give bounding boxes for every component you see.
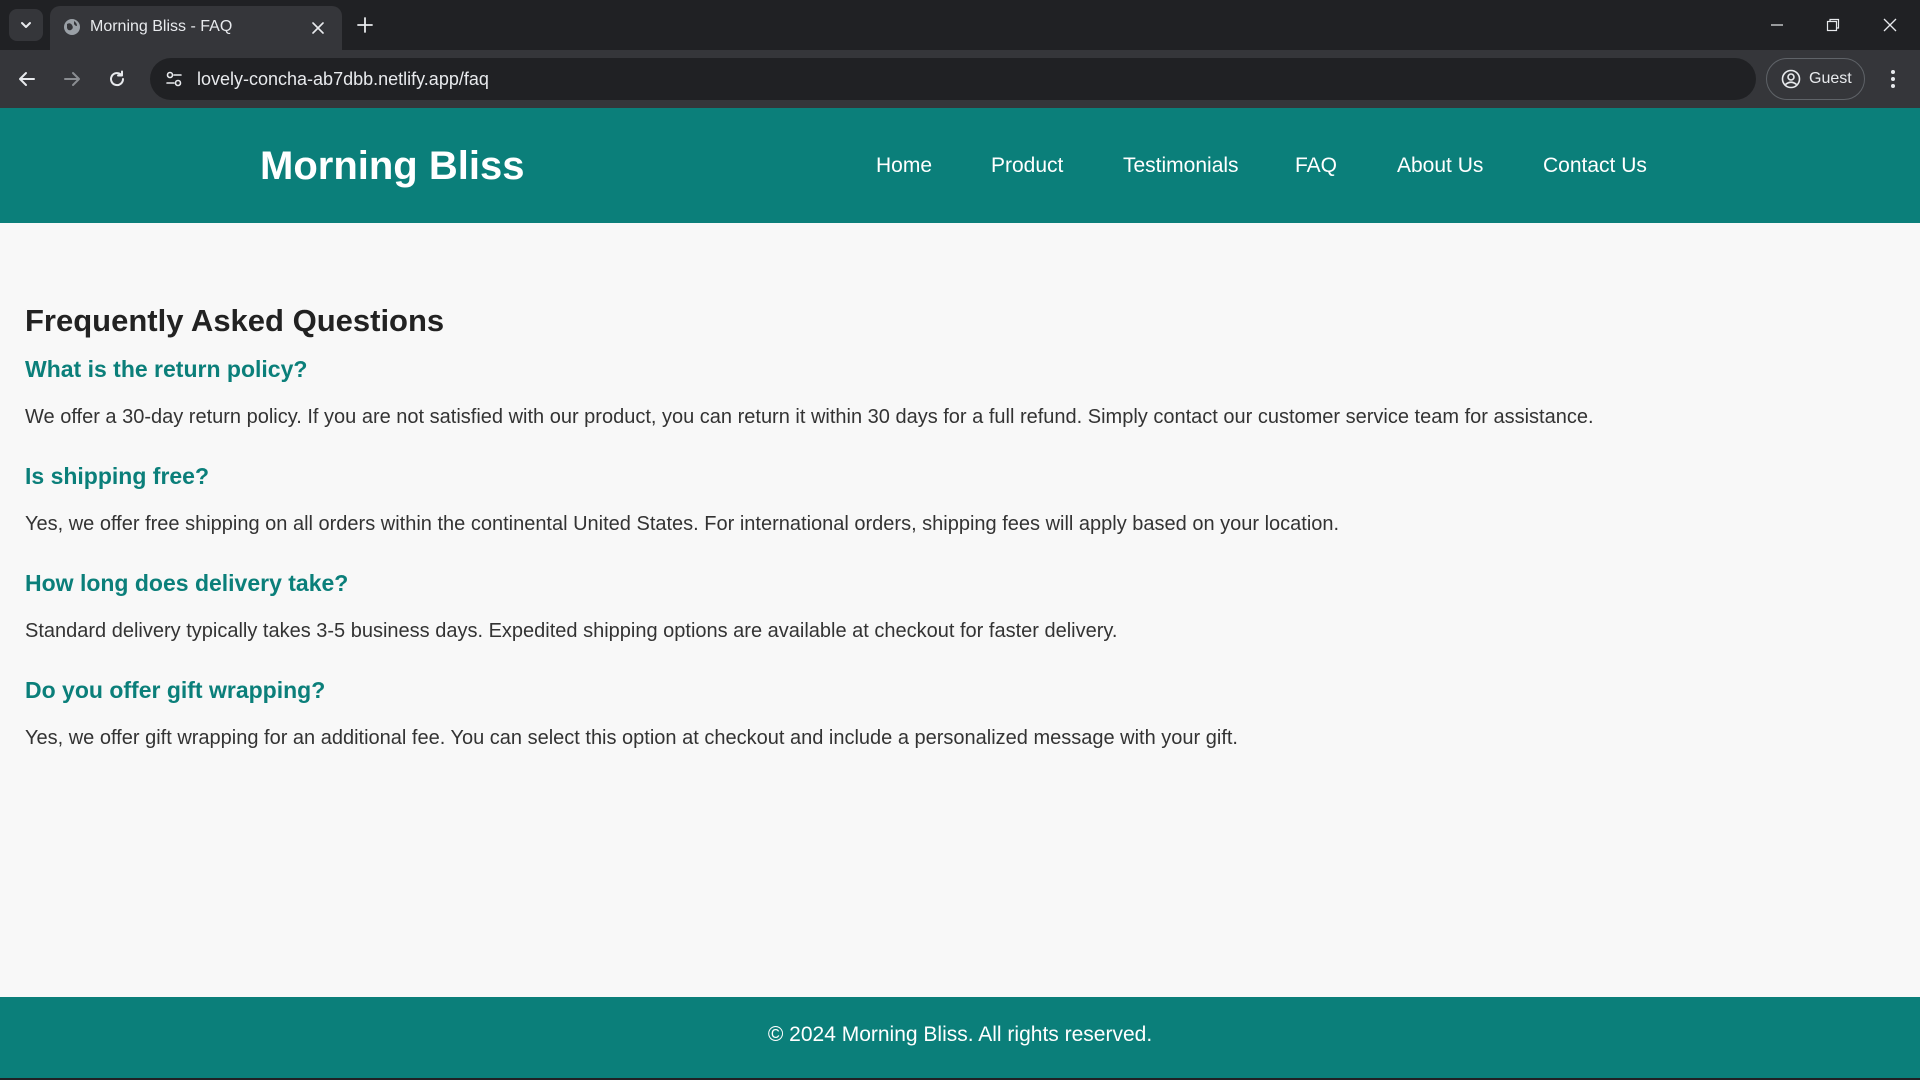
restore-button[interactable] bbox=[1813, 10, 1853, 40]
minimize-icon bbox=[1771, 24, 1783, 26]
active-tab[interactable]: Morning Bliss - FAQ bbox=[50, 6, 342, 50]
new-tab-button[interactable] bbox=[352, 12, 378, 38]
forward-button[interactable] bbox=[56, 63, 88, 95]
faq-answer: Yes, we offer gift wrapping for an addit… bbox=[25, 727, 1238, 749]
page-title: Frequently Asked Questions bbox=[25, 303, 445, 338]
browser-tab-strip: Morning Bliss - FAQ bbox=[0, 0, 1920, 50]
faq-item: What is the return policy? We offer a 30… bbox=[25, 354, 1895, 431]
reload-icon bbox=[110, 70, 125, 87]
nav-link-faq[interactable]: FAQ bbox=[1295, 154, 1337, 178]
faq-question: Is shipping free? bbox=[25, 463, 210, 489]
nav-link-contact-us[interactable]: Contact Us bbox=[1543, 154, 1647, 178]
browser-toolbar: lovely-concha-ab7dbb.netlify.app/faq Gue… bbox=[0, 50, 1920, 108]
minimize-button[interactable] bbox=[1757, 10, 1797, 40]
faq-answer: Yes, we offer free shipping on all order… bbox=[25, 513, 1340, 535]
site-info-button[interactable] bbox=[160, 65, 188, 93]
nav-link-home[interactable]: Home bbox=[876, 154, 932, 178]
plus-icon bbox=[357, 17, 373, 33]
copyright-text: © 2024 Morning Bliss. All rights reserve… bbox=[767, 1023, 1153, 1046]
faq-question: Do you offer gift wrapping? bbox=[25, 677, 326, 703]
account-circle-icon bbox=[1781, 69, 1801, 89]
faq-question: How long does delivery take? bbox=[25, 570, 349, 596]
globe-icon bbox=[64, 19, 80, 35]
restore-icon bbox=[1826, 18, 1840, 32]
arrow-left-icon bbox=[19, 72, 35, 86]
more-vertical-icon bbox=[1891, 70, 1895, 88]
faq-item: Do you offer gift wrapping? Yes, we offe… bbox=[25, 675, 1895, 752]
faq-item: How long does delivery take? Standard de… bbox=[25, 568, 1895, 645]
arrow-right-icon bbox=[64, 72, 80, 86]
nav-link-testimonials[interactable]: Testimonials bbox=[1123, 154, 1239, 178]
profile-label: Guest bbox=[1809, 70, 1852, 87]
close-icon bbox=[312, 22, 324, 34]
nav-link-about-us[interactable]: About Us bbox=[1397, 154, 1483, 178]
tab-close-button[interactable] bbox=[308, 18, 328, 38]
faq-section: Frequently Asked Questions What is the r… bbox=[25, 303, 1895, 782]
faq-question: What is the return policy? bbox=[25, 356, 308, 382]
site-header: Morning Bliss Home Product Testimonials … bbox=[0, 108, 1920, 223]
page-viewport: Morning Bliss Home Product Testimonials … bbox=[0, 108, 1920, 1078]
tab-title: Morning Bliss - FAQ bbox=[90, 18, 233, 35]
nav-link-product[interactable]: Product bbox=[991, 154, 1063, 178]
faq-item: Is shipping free? Yes, we offer free shi… bbox=[25, 461, 1895, 538]
tab-search-button[interactable] bbox=[9, 9, 43, 41]
chevron-down-icon bbox=[21, 22, 31, 28]
main-nav: Home Product Testimonials FAQ About Us C… bbox=[0, 154, 1920, 184]
close-icon bbox=[1883, 18, 1897, 32]
profile-button[interactable]: Guest bbox=[1766, 58, 1865, 100]
browser-menu-button[interactable] bbox=[1880, 63, 1906, 95]
close-window-button[interactable] bbox=[1870, 10, 1910, 40]
site-footer: © 2024 Morning Bliss. All rights reserve… bbox=[0, 997, 1920, 1078]
url-text: lovely-concha-ab7dbb.netlify.app/faq bbox=[197, 69, 489, 89]
address-bar[interactable]: lovely-concha-ab7dbb.netlify.app/faq bbox=[150, 58, 1756, 100]
faq-answer: Standard delivery typically takes 3-5 bu… bbox=[25, 620, 1118, 642]
reload-button[interactable] bbox=[101, 63, 133, 95]
faq-answer: We offer a 30-day return policy. If you … bbox=[25, 406, 1594, 428]
back-button[interactable] bbox=[11, 63, 43, 95]
tune-icon bbox=[166, 71, 182, 87]
